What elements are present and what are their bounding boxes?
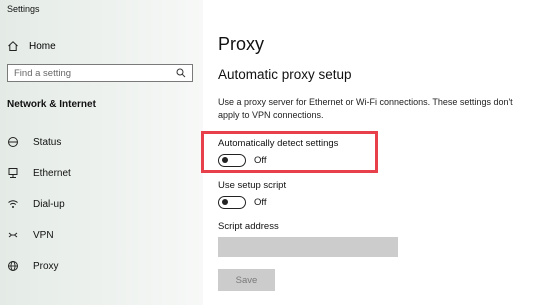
globe-icon [7, 260, 19, 272]
setup-script-label: Use setup script [218, 180, 287, 191]
page-title: Proxy [218, 34, 265, 54]
sidebar-item-label: VPN [33, 229, 54, 241]
home-icon [8, 41, 18, 51]
setup-script-toggle-row: Off [218, 196, 267, 209]
save-button[interactable]: Save [218, 269, 275, 291]
globe-status-icon [7, 136, 19, 148]
dial-up-icon [7, 198, 19, 210]
script-address-input[interactable] [218, 237, 398, 257]
setup-script-state: Off [254, 197, 267, 208]
section-label: Network & Internet [7, 99, 96, 110]
setup-script-toggle[interactable] [218, 196, 246, 209]
sidebar-item-label: Dial-up [33, 198, 65, 210]
sidebar-item-label: Status [33, 136, 62, 148]
sidebar: Settings Home Network & Internet Status [0, 0, 203, 305]
sidebar-item-dial-up[interactable]: Dial-up [7, 195, 197, 213]
description-text: Use a proxy server for Ethernet or Wi-Fi… [218, 97, 513, 120]
sidebar-item-status[interactable]: Status [7, 133, 197, 151]
sidebar-item-label: Ethernet [33, 167, 71, 179]
sidebar-item-label: Proxy [33, 260, 59, 272]
script-address-label: Script address [218, 221, 279, 232]
sidebar-item-vpn[interactable]: VPN [7, 226, 197, 244]
search-box[interactable] [7, 64, 193, 82]
search-input[interactable] [14, 67, 176, 79]
sidebar-item-home[interactable]: Home [7, 37, 197, 55]
sidebar-item-ethernet[interactable]: Ethernet [7, 164, 197, 182]
search-icon[interactable] [176, 68, 186, 78]
sidebar-item-proxy[interactable]: Proxy [7, 257, 197, 275]
ethernet-icon [7, 167, 19, 179]
vpn-icon [7, 229, 19, 241]
app-title: Settings [7, 4, 40, 14]
toggle-knob [222, 199, 228, 205]
highlight-box [201, 131, 378, 173]
section-heading: Automatic proxy setup [218, 67, 352, 82]
sidebar-item-label: Home [29, 40, 56, 52]
